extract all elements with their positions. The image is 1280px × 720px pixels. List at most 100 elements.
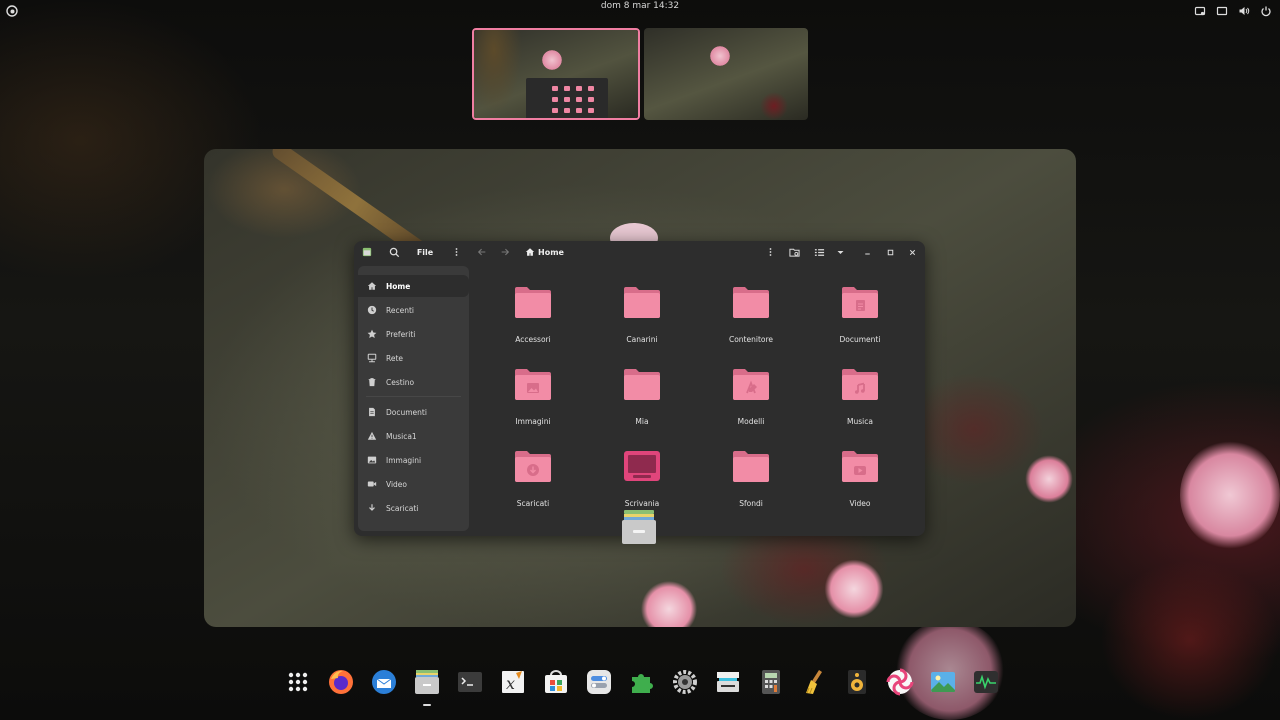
minimize-icon[interactable] [861, 245, 873, 259]
sidebar-item-documenti[interactable]: Documenti [358, 401, 469, 423]
folder-item[interactable]: Scaricati [483, 449, 583, 521]
window-thumbnail[interactable] [526, 78, 608, 118]
dock-item[interactable] [839, 664, 875, 700]
sidebar-item-video[interactable]: Video [358, 473, 469, 495]
sidebar-item-label: Rete [386, 353, 404, 363]
search-icon[interactable] [386, 245, 402, 259]
background-branch [1100, 560, 1280, 720]
sidebar: Home Recenti Preferiti Rete Cestino Docu… [358, 266, 469, 531]
path-bar-current[interactable]: Home [538, 245, 564, 259]
dock-item[interactable]: x [495, 664, 531, 700]
folder-download-icon [514, 449, 552, 483]
background-blossom [1180, 440, 1280, 550]
kebab-menu-icon[interactable] [452, 245, 460, 259]
maximize-icon[interactable] [884, 245, 896, 259]
folder-label: Musica [847, 417, 873, 426]
dock-item[interactable] [667, 664, 703, 700]
folder-item[interactable]: Canarini [592, 285, 692, 357]
sidebar-item-musica1[interactable]: Musica1 [358, 425, 469, 447]
folder-item[interactable]: Video [810, 449, 910, 521]
dock-item[interactable] [280, 664, 316, 700]
sidebar-item-preferiti[interactable]: Preferiti [358, 323, 469, 345]
folder-label: Contenitore [728, 335, 774, 344]
screen-share-icon[interactable] [1194, 2, 1206, 16]
speaker-icon [848, 670, 866, 694]
image-viewer-icon [931, 672, 955, 692]
home-icon [524, 245, 536, 259]
list-view-icon[interactable] [812, 245, 826, 259]
chevron-down-icon[interactable] [834, 245, 846, 259]
workspace-thumbnail-2[interactable] [644, 28, 808, 120]
image-icon [367, 455, 377, 465]
home-icon [367, 281, 377, 291]
power-icon[interactable] [1260, 2, 1272, 17]
dock-item[interactable] [452, 664, 488, 700]
sidebar-item-rete[interactable]: Rete [358, 347, 469, 369]
sidebar-item-label: Home [386, 281, 411, 291]
svg-text:x: x [506, 674, 515, 693]
folder-document-icon [841, 285, 879, 319]
calculator-icon [762, 670, 780, 694]
top-bar: dom 8 mar 14:32 [0, 0, 1280, 17]
file-manager-window[interactable]: File Home Home Recenti Preferiti Rete Ce… [354, 241, 925, 536]
download-icon [367, 503, 377, 513]
folder-item[interactable]: Contenitore [701, 285, 801, 357]
dock-item[interactable] [925, 664, 961, 700]
display-icon[interactable] [1216, 2, 1228, 16]
folder-icon [732, 449, 770, 483]
candy-icon [886, 668, 914, 696]
folder-label: Video [849, 499, 871, 508]
folder-label: Immagini [515, 417, 551, 426]
sidebar-item-scaricati[interactable]: Scaricati [358, 497, 469, 519]
dock-item[interactable] [538, 664, 574, 700]
clock[interactable]: dom 8 mar 14:32 [0, 1, 1280, 11]
trash-icon [367, 377, 377, 387]
folder-item[interactable]: Mia [592, 367, 692, 439]
folder-icon [623, 367, 661, 401]
settings-icon [673, 670, 697, 694]
dock-item[interactable] [409, 664, 445, 706]
volume-icon[interactable] [1238, 2, 1250, 15]
folder-item[interactable]: Musica [810, 367, 910, 439]
dragged-files-icon[interactable] [620, 508, 658, 546]
folder-label: Scrivania [624, 499, 660, 508]
dock-item[interactable] [624, 664, 660, 700]
folder-icon [732, 285, 770, 319]
running-indicator [423, 704, 431, 706]
folder-item[interactable]: Documenti [810, 285, 910, 357]
dock-item[interactable] [366, 664, 402, 700]
dock-item[interactable] [968, 664, 1004, 700]
dock-item[interactable] [882, 664, 918, 700]
kebab-menu-icon[interactable] [766, 245, 774, 259]
files-app-icon [361, 245, 373, 259]
sidebar-item-home[interactable]: Home [358, 275, 469, 297]
folder-search-icon[interactable] [787, 245, 801, 259]
dock-item[interactable] [710, 664, 746, 700]
clock-icon [367, 305, 377, 315]
dock-item[interactable] [581, 664, 617, 700]
folder-item[interactable]: Immagini [483, 367, 583, 439]
folder-item[interactable]: Modelli [701, 367, 801, 439]
close-icon[interactable] [906, 245, 918, 259]
arrow-right-icon[interactable] [498, 245, 512, 259]
folder-item[interactable]: Accessori [483, 285, 583, 357]
folder-item[interactable]: Sfondi [701, 449, 801, 521]
firefox-icon [329, 670, 353, 694]
dock-item[interactable] [753, 664, 789, 700]
sidebar-item-recenti[interactable]: Recenti [358, 299, 469, 321]
terminal-icon [458, 672, 482, 692]
workspace-thumbnail-1[interactable] [472, 28, 640, 120]
arrow-left-icon[interactable] [475, 245, 489, 259]
sidebar-item-cestino[interactable]: Cestino [358, 371, 469, 393]
dock-item[interactable] [323, 664, 359, 700]
mail-client-icon [372, 670, 396, 694]
sidebar-separator [366, 396, 461, 397]
sidebar-item-immagini[interactable]: Immagini [358, 449, 469, 471]
folder-video-icon [841, 449, 879, 483]
dock-item[interactable] [796, 664, 832, 700]
star-icon [367, 329, 377, 339]
dash-dock: x [280, 664, 1004, 706]
document-icon [367, 407, 377, 417]
system-status-area[interactable] [1194, 2, 1272, 17]
network-icon [367, 353, 377, 363]
